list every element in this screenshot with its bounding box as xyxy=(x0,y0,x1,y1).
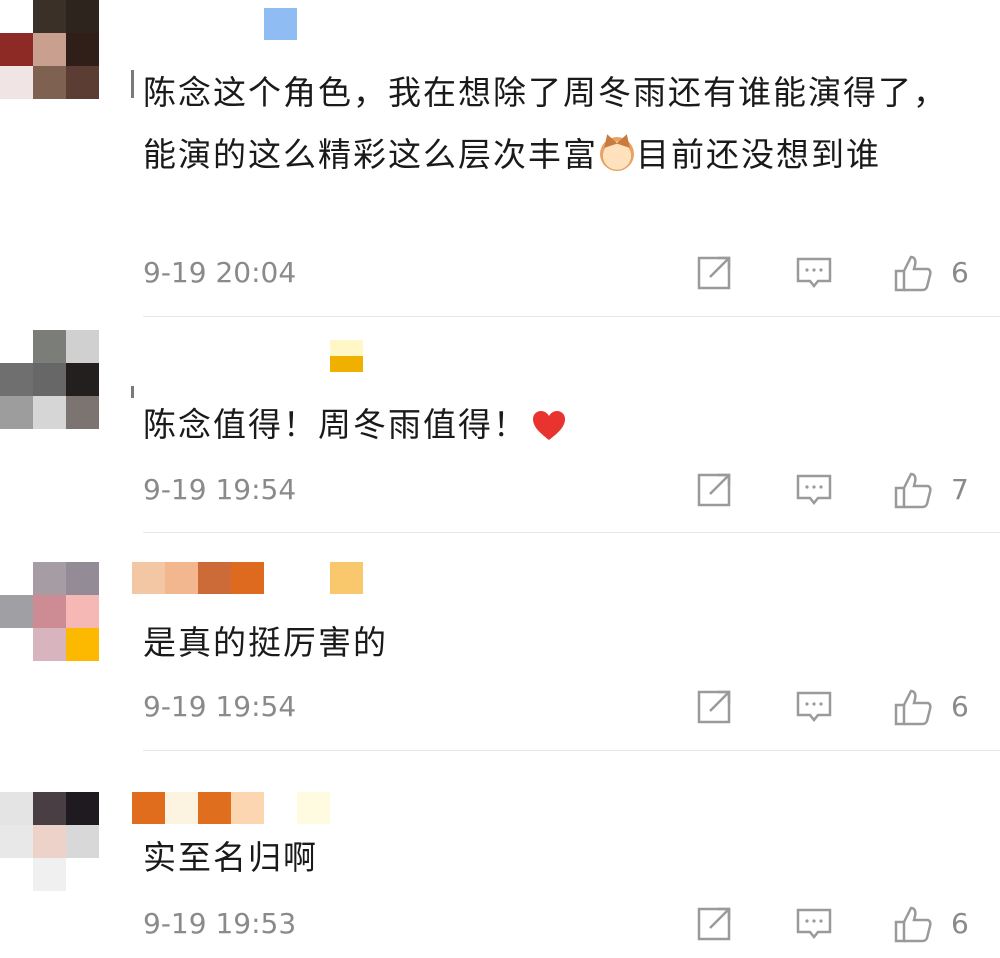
username-masked[interactable] xyxy=(132,562,372,596)
comment-icon xyxy=(796,257,832,289)
divider xyxy=(143,750,1000,751)
reply-button[interactable] xyxy=(795,470,833,510)
like-button[interactable] xyxy=(893,687,933,727)
avatar[interactable] xyxy=(0,792,100,892)
like-count: 6 xyxy=(951,256,969,289)
comment-text: 陈念值得！周冬雨值得！ xyxy=(143,394,953,456)
comment-meta: 9-19 19:54 7 xyxy=(143,470,973,510)
comment-time: 9-19 20:04 xyxy=(143,256,297,289)
comment-icon xyxy=(796,474,832,506)
comment-time: 9-19 19:54 xyxy=(143,473,297,506)
username-masked[interactable] xyxy=(132,8,312,42)
share-button[interactable] xyxy=(696,904,734,944)
divider xyxy=(143,532,1000,533)
divider xyxy=(143,316,1000,317)
reply-button[interactable] xyxy=(795,904,833,944)
reply-button[interactable] xyxy=(795,687,833,727)
thumbs-up-icon xyxy=(894,906,932,943)
avatar[interactable] xyxy=(0,562,100,662)
text-edge-mark xyxy=(131,70,134,98)
comment-text: 实至名归啊 xyxy=(143,827,953,889)
comment-text-part: 是真的挺厉害的 xyxy=(143,623,388,662)
reply-button[interactable] xyxy=(795,253,833,293)
comment-text: 陈念这个角色，我在想除了周冬雨还有谁能演得了，能演的这么精彩这么层次丰富 目前还没… xyxy=(143,62,953,186)
share-icon xyxy=(697,907,731,941)
text-edge-mark xyxy=(131,386,134,398)
comment-icon xyxy=(796,908,832,940)
share-button[interactable] xyxy=(696,687,734,727)
comment-text-part: 陈念值得！周冬雨值得！ xyxy=(143,405,528,444)
thumbs-up-icon xyxy=(894,472,932,509)
username-masked[interactable] xyxy=(132,792,372,826)
comment-meta: 9-19 19:54 6 xyxy=(143,687,973,727)
like-button[interactable] xyxy=(893,253,933,293)
share-icon xyxy=(697,473,731,507)
cat-face-emoji-icon xyxy=(600,137,634,171)
share-button[interactable] xyxy=(696,253,734,293)
red-heart-emoji-icon xyxy=(533,411,565,440)
comment-meta: 9-19 19:53 6 xyxy=(143,904,973,944)
avatar[interactable] xyxy=(0,330,100,430)
share-icon xyxy=(697,256,731,290)
username-masked[interactable] xyxy=(132,340,372,374)
like-button[interactable] xyxy=(893,470,933,510)
like-count: 6 xyxy=(951,690,969,723)
like-button[interactable] xyxy=(893,904,933,944)
comment-text-part: 实至名归啊 xyxy=(143,838,318,877)
share-button[interactable] xyxy=(696,470,734,510)
comment-icon xyxy=(796,691,832,723)
avatar[interactable] xyxy=(0,0,100,100)
comment-text-part: 目前还没想到谁 xyxy=(636,135,881,174)
comment-meta: 9-19 20:04 6 xyxy=(143,253,973,293)
thumbs-up-icon xyxy=(894,689,932,726)
like-count: 7 xyxy=(951,473,969,506)
like-count: 6 xyxy=(951,907,969,940)
comment-text: 是真的挺厉害的 xyxy=(143,612,953,674)
share-icon xyxy=(697,690,731,724)
comment-time: 9-19 19:54 xyxy=(143,690,297,723)
thumbs-up-icon xyxy=(894,255,932,292)
comment-time: 9-19 19:53 xyxy=(143,907,297,940)
